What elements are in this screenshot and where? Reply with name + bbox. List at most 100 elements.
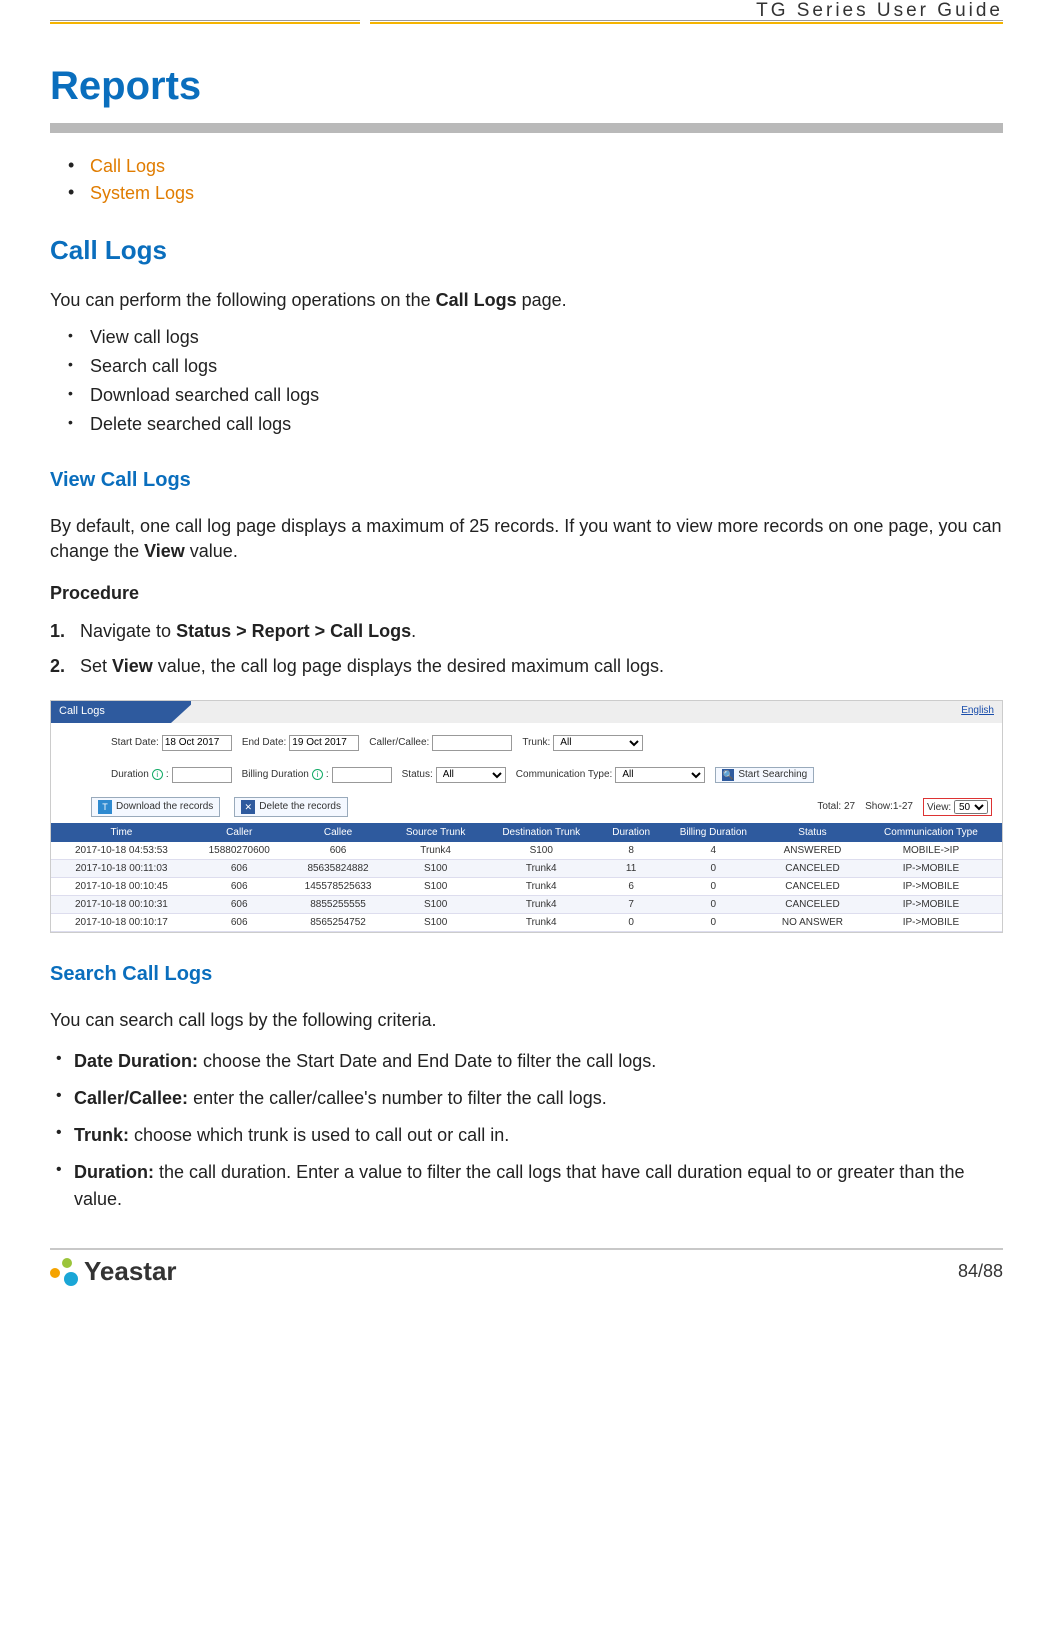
text: value, the call log page displays the de…: [153, 656, 664, 676]
cell: 15880270600: [192, 842, 287, 860]
cell: CANCELED: [765, 895, 860, 913]
text-bold: Date Duration:: [74, 1051, 198, 1071]
actions-bar: T Download the records ✕ Delete the reco…: [51, 791, 1002, 823]
page-title: Reports: [50, 64, 1003, 109]
embedded-screenshot: Call Logs English Start Date: End Date: …: [50, 700, 1003, 933]
status-select[interactable]: All: [436, 767, 506, 783]
cell: IP->MOBILE: [860, 913, 1002, 931]
billing-duration-label: Billing Duration: [242, 769, 309, 780]
info-icon[interactable]: i: [152, 769, 163, 780]
procedure-label: Procedure: [50, 583, 1003, 604]
text: value.: [185, 541, 238, 561]
col-source-trunk: Source Trunk: [389, 823, 481, 842]
cell: 8855255555: [287, 895, 390, 913]
cell: CANCELED: [765, 859, 860, 877]
tab-edge: [171, 701, 195, 723]
cell: S100: [389, 895, 481, 913]
cell: 8: [601, 842, 662, 860]
button-label: Delete the records: [259, 801, 341, 812]
col-duration: Duration: [601, 823, 662, 842]
comm-type-label: Communication Type:: [516, 769, 613, 780]
col-caller: Caller: [192, 823, 287, 842]
info-icon[interactable]: i: [312, 769, 323, 780]
title-divider: [50, 123, 1003, 133]
cell: MOBILE->IP: [860, 842, 1002, 860]
button-label: Start Searching: [738, 769, 807, 780]
list-item: View call logs: [60, 323, 1003, 352]
cell: 606: [192, 877, 287, 895]
cell: 606: [192, 895, 287, 913]
text-bold: Caller/Callee:: [74, 1088, 188, 1108]
cell: 2017-10-18 00:10:45: [51, 877, 192, 895]
view-select[interactable]: 50: [954, 800, 988, 814]
colon: :: [166, 769, 169, 780]
page-number: 84/88: [958, 1261, 1003, 1282]
section-heading-call-logs: Call Logs: [50, 235, 1003, 266]
filter-bar: Start Date: End Date: Caller/Callee: Tru…: [51, 723, 1002, 791]
cell: Trunk4: [482, 895, 601, 913]
cell: 7: [601, 895, 662, 913]
cell: 606: [192, 913, 287, 931]
cell: S100: [389, 913, 481, 931]
cell: 85635824882: [287, 859, 390, 877]
button-label: Download the records: [116, 801, 213, 812]
table-row: 2017-10-18 00:11:0360685635824882S100Tru…: [51, 859, 1002, 877]
col-billing-duration: Billing Duration: [662, 823, 766, 842]
cell: Trunk4: [482, 877, 601, 895]
text-bold: Duration:: [74, 1162, 154, 1182]
text-bold: View: [144, 541, 185, 561]
toc-link-call-logs[interactable]: Call Logs: [90, 156, 165, 176]
search-intro: You can search call logs by the followin…: [50, 1008, 1003, 1033]
delete-records-button[interactable]: ✕ Delete the records: [234, 797, 348, 817]
download-icon: T: [98, 800, 112, 814]
language-link[interactable]: English: [961, 705, 994, 716]
list-item: Caller/Callee: enter the caller/callee's…: [50, 1080, 1003, 1117]
operations-list: View call logs Search call logs Download…: [50, 323, 1003, 439]
text: choose which trunk is used to call out o…: [129, 1125, 509, 1145]
cell: IP->MOBILE: [860, 877, 1002, 895]
criteria-list: Date Duration: choose the Start Date and…: [50, 1043, 1003, 1218]
call-logs-table: Time Caller Callee Source Trunk Destinat…: [51, 823, 1002, 932]
brand-logo: Yeastar: [50, 1256, 177, 1288]
col-dest-trunk: Destination Trunk: [482, 823, 601, 842]
total-label: Total: 27: [817, 801, 855, 812]
toc-list: Call Logs System Logs: [50, 153, 1003, 207]
subsection-view-call-logs: View Call Logs: [50, 469, 1003, 492]
cell: Trunk4: [482, 859, 601, 877]
tab-call-logs[interactable]: Call Logs: [59, 705, 105, 717]
duration-label: Duration: [111, 769, 149, 780]
end-date-input[interactable]: [289, 735, 359, 751]
duration-input[interactable]: [172, 767, 232, 783]
cell: 6: [601, 877, 662, 895]
toc-link-system-logs[interactable]: System Logs: [90, 183, 194, 203]
view-label: View:: [927, 802, 951, 813]
table-row: 2017-10-18 00:10:45606145578525633S100Tr…: [51, 877, 1002, 895]
trunk-label: Trunk:: [522, 737, 550, 748]
trunk-select[interactable]: All: [553, 735, 643, 751]
comm-type-select[interactable]: All: [615, 767, 705, 783]
end-date-label: End Date:: [242, 737, 286, 748]
cell: 145578525633: [287, 877, 390, 895]
list-item: Duration: the call duration. Enter a val…: [50, 1154, 1003, 1218]
cell: 2017-10-18 00:10:31: [51, 895, 192, 913]
cell: 0: [662, 913, 766, 931]
start-date-input[interactable]: [162, 735, 232, 751]
procedure-steps: 1. Navigate to Status > Report > Call Lo…: [50, 614, 1003, 684]
text: .: [411, 621, 416, 641]
text-bold: Call Logs: [436, 290, 517, 310]
step-number: 1.: [50, 618, 65, 645]
cell: ANSWERED: [765, 842, 860, 860]
billing-duration-input[interactable]: [332, 767, 392, 783]
list-item: Trunk: choose which trunk is used to cal…: [50, 1117, 1003, 1154]
caller-callee-input[interactable]: [432, 735, 512, 751]
col-comm-type: Communication Type: [860, 823, 1002, 842]
download-records-button[interactable]: T Download the records: [91, 797, 220, 817]
start-searching-button[interactable]: 🔍 Start Searching: [715, 767, 814, 783]
text-bold: Status > Report > Call Logs: [176, 621, 411, 641]
screenshot-tabbar: Call Logs English: [51, 701, 1002, 723]
cell: S100: [482, 842, 601, 860]
table-row: 2017-10-18 00:10:176068565254752S100Trun…: [51, 913, 1002, 931]
cell: Trunk4: [389, 842, 481, 860]
cell: S100: [389, 859, 481, 877]
step: 1. Navigate to Status > Report > Call Lo…: [50, 614, 1003, 649]
